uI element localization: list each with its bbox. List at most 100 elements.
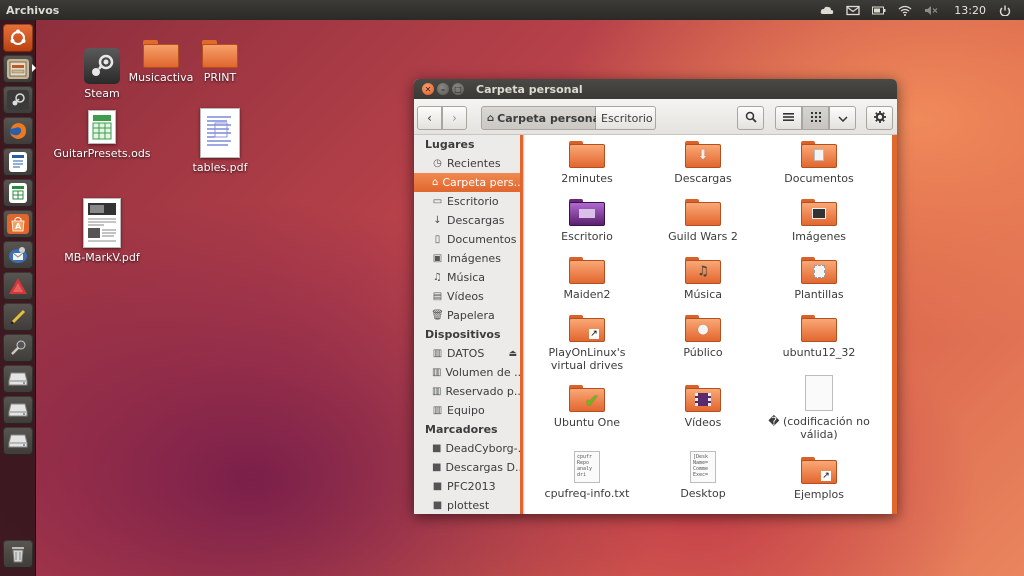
sidebar-item-musica[interactable]: ♫ Música	[414, 268, 523, 287]
drive-icon: ▥	[432, 348, 443, 359]
file-item[interactable]: ↗ PlayOnLinux's virtual drives	[529, 315, 645, 372]
sidebar-item-label: Papelera	[447, 309, 495, 322]
desktop-icon-guitarpresets[interactable]: GuitarPresets.ods	[52, 110, 152, 160]
videos-folder-icon	[685, 385, 721, 412]
battery-icon[interactable]	[872, 5, 886, 16]
grid-view-button[interactable]	[802, 106, 829, 130]
launcher-firefox[interactable]	[3, 117, 33, 145]
file-item[interactable]: Guild Wars 2	[645, 199, 761, 243]
chevron-right-icon: ›	[452, 111, 457, 125]
launcher-drive-1[interactable]	[3, 365, 33, 393]
sidebar-item-datos[interactable]: ▥ DATOS ⏏	[414, 344, 523, 363]
launcher-impress[interactable]	[3, 272, 33, 300]
file-item[interactable]: ● Público	[645, 315, 761, 359]
ubuntu-dash-button[interactable]	[3, 24, 33, 52]
cloud-icon[interactable]	[820, 5, 834, 16]
forward-button[interactable]: ›	[442, 106, 467, 130]
wifi-icon[interactable]	[898, 5, 912, 16]
sidebar-item-bookmark[interactable]: ■ Descargas D...	[414, 458, 523, 477]
file-item[interactable]: Maiden2	[529, 257, 645, 301]
back-button[interactable]: ‹	[417, 106, 442, 130]
launcher-software-center[interactable]: A	[3, 210, 33, 238]
volume-mute-icon[interactable]	[924, 5, 938, 16]
launcher-steam[interactable]	[3, 86, 33, 114]
file-item[interactable]: [Desk Name= Comme Exec= Desktop	[645, 451, 761, 500]
file-item[interactable]: ↗ Ejemplos	[761, 457, 877, 501]
launcher-drive-3[interactable]	[3, 427, 33, 455]
trash-icon: 🗑︎	[431, 310, 444, 321]
clock-icon: ◷	[433, 158, 442, 169]
search-icon	[745, 111, 757, 126]
close-button[interactable]: ✕	[422, 83, 434, 95]
file-item[interactable]: Vídeos	[645, 385, 761, 429]
file-label: Guild Wars 2	[668, 230, 738, 243]
ubuntu-logo-icon	[7, 28, 29, 48]
sidebar-heading-marcadores: Marcadores	[425, 423, 498, 436]
sidebar-item-imagenes[interactable]: ▣ Imágenes	[414, 249, 523, 268]
content-scrollbar[interactable]	[892, 135, 897, 514]
sidebar-item-carpeta-personal[interactable]: ⌂ Carpeta pers...	[414, 173, 523, 192]
folder-link-icon: ↗	[569, 315, 605, 342]
sidebar-scrollbar[interactable]	[520, 135, 523, 514]
launcher-drive-2[interactable]	[3, 396, 33, 424]
indicator-area: 13:20	[820, 4, 1024, 17]
file-item[interactable]: ✔ Ubuntu One	[529, 385, 645, 429]
desktop-icon-tables-pdf[interactable]: tables.pdf	[170, 108, 270, 174]
file-item[interactable]: 2minutes	[529, 141, 645, 185]
breadcrumb-home[interactable]: ⌂ Carpeta personal	[481, 106, 604, 130]
clock[interactable]: 13:20	[954, 4, 986, 17]
maximize-button[interactable]: □	[452, 83, 464, 95]
sidebar-item-bookmark[interactable]: ■ DeadCyborg-...	[414, 439, 523, 458]
power-icon[interactable]	[998, 5, 1012, 16]
sidebar-heading-lugares: Lugares	[425, 138, 475, 151]
hard-drive-icon	[7, 369, 29, 389]
minimize-button[interactable]: –	[437, 83, 449, 95]
file-item[interactable]: ubuntu12_32	[761, 315, 877, 359]
desktop-icon-label: Steam	[84, 87, 120, 100]
file-label: Ejemplos	[794, 488, 844, 501]
desktop-icon-print[interactable]: PRINT	[170, 40, 270, 84]
desktop-icon-mb-markv-pdf[interactable]: MB-MarkV.pdf	[52, 198, 152, 264]
file-item[interactable]: Escritorio	[529, 199, 645, 243]
launcher-files[interactable]	[3, 55, 33, 83]
sidebar-item-descargas[interactable]: ↓ Descargas	[414, 211, 523, 230]
file-item[interactable]: � (codificación no válida)	[761, 375, 877, 441]
launcher-tool[interactable]	[3, 303, 33, 331]
launcher-trash[interactable]	[3, 540, 33, 568]
file-label: Descargas	[674, 172, 732, 185]
sidebar-item-documentos[interactable]: ▯ Documentos	[414, 230, 523, 249]
file-item[interactable]: Imágenes	[761, 199, 877, 243]
file-item[interactable]: ♫ Música	[645, 257, 761, 301]
eject-icon[interactable]: ⏏	[508, 349, 517, 359]
file-item[interactable]: Plantillas	[761, 257, 877, 301]
launcher-writer[interactable]	[3, 148, 33, 176]
file-item[interactable]: ⬇ Descargas	[645, 141, 761, 185]
settings-button[interactable]	[866, 106, 893, 130]
writer-document-icon	[9, 152, 27, 172]
sidebar-item-equipo[interactable]: ▥ Equipo	[414, 401, 523, 420]
sidebar-item-papelera[interactable]: 🗑︎ Papelera	[414, 306, 523, 325]
sidebar-item-escritorio[interactable]: ▭ Escritorio	[414, 192, 523, 211]
launcher-calc[interactable]	[3, 179, 33, 207]
sidebar-item-videos[interactable]: ▤ Vídeos	[414, 287, 523, 306]
sidebar-item-volumen[interactable]: ▥ Volumen de ...	[414, 363, 523, 382]
file-item[interactable]: cpufr Repo analy dri cpufreq-info.txt	[529, 451, 645, 500]
view-options-dropdown[interactable]	[829, 106, 856, 130]
steam-icon	[7, 90, 29, 110]
search-button[interactable]	[737, 106, 764, 130]
desktop-icon-label: GuitarPresets.ods	[53, 147, 151, 160]
sidebar-item-reservado[interactable]: ▥ Reservado p...	[414, 382, 523, 401]
launcher-thunderbird[interactable]	[3, 241, 33, 269]
sidebar-item-recientes[interactable]: ◷ Recientes	[414, 154, 523, 173]
drive-icon: ▥	[432, 367, 442, 378]
mail-icon[interactable]	[846, 5, 860, 16]
list-view-button[interactable]	[775, 106, 802, 130]
breadcrumb-escritorio[interactable]: Escritorio	[596, 106, 656, 130]
desktop-icon-label: PRINT	[203, 71, 237, 84]
window-titlebar[interactable]: ✕ – □ Carpeta personal	[414, 79, 897, 99]
sidebar-item-bookmark[interactable]: ■ PFC2013	[414, 477, 523, 496]
calc-spreadsheet-icon	[9, 183, 27, 203]
sidebar-item-bookmark[interactable]: ■ plottest	[414, 496, 523, 514]
launcher-microphone[interactable]	[3, 334, 33, 362]
file-item[interactable]: Documentos	[761, 141, 877, 185]
